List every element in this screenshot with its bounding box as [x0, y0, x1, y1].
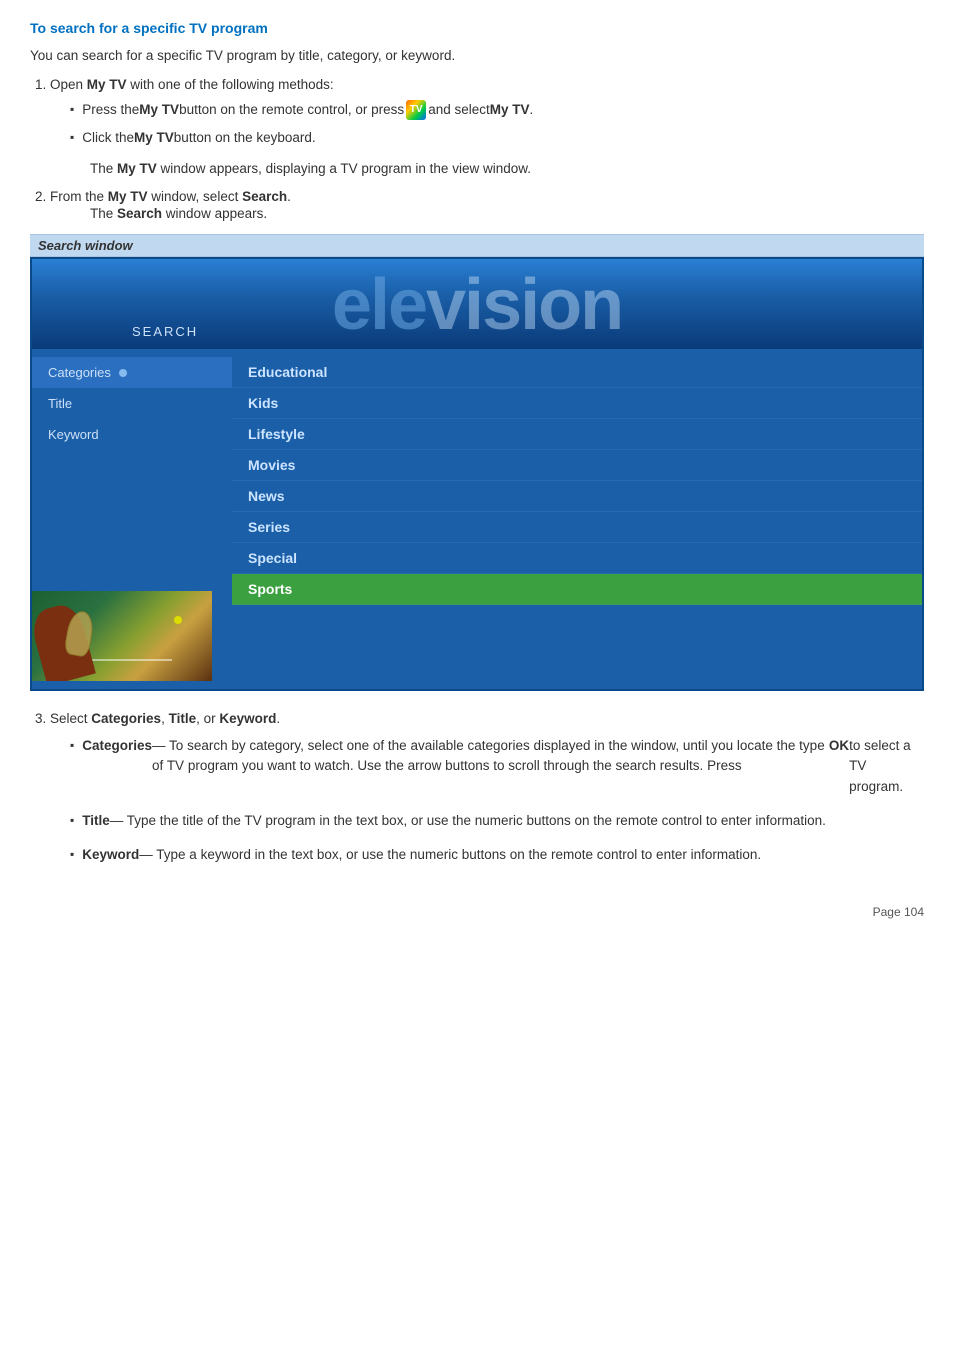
sidebar-title-label: Title — [48, 396, 72, 411]
my-tv-bold-4: My TV — [134, 128, 174, 148]
category-movies[interactable]: Movies — [232, 450, 922, 481]
bullet-remote: Press the My TV button on the remote con… — [70, 100, 924, 120]
category-list: Educational Kids Lifestyle Movies News S… — [232, 349, 922, 689]
page-title: To search for a specific TV program — [30, 20, 924, 36]
search-window: elevision SEARCH Categories Title Keywor… — [30, 257, 924, 691]
sidebar-keyword[interactable]: Keyword — [32, 419, 232, 450]
category-special[interactable]: Special — [232, 543, 922, 574]
category-educational[interactable]: Educational — [232, 357, 922, 388]
category-series[interactable]: Series — [232, 512, 922, 543]
category-news[interactable]: News — [232, 481, 922, 512]
search-window-label: Search window — [30, 234, 924, 257]
step-3: Select Categories, Title, or Keyword. Ca… — [50, 711, 924, 865]
desc-categories: Categories — To search by category, sele… — [70, 736, 924, 797]
sidebar-title[interactable]: Title — [32, 388, 232, 419]
page-number: Page 104 — [873, 905, 924, 919]
step-1: Open My TV with one of the following met… — [50, 77, 924, 179]
note-2: The Search window appears. — [90, 204, 924, 224]
my-tv-bold-3: My TV — [490, 100, 530, 120]
tv-bg-left: ele — [332, 265, 426, 345]
search-body: Categories Title Keyword — [32, 349, 922, 689]
sidebar-categories[interactable]: Categories — [32, 357, 232, 388]
category-sports[interactable]: Sports — [232, 574, 922, 605]
search-sidebar: Categories Title Keyword — [32, 349, 232, 689]
sidebar-dot — [119, 369, 127, 377]
my-tv-icon: TV — [406, 100, 426, 120]
category-kids[interactable]: Kids — [232, 388, 922, 419]
sidebar-keyword-label: Keyword — [48, 427, 99, 442]
step-2: From the My TV window, select Search. Th… — [50, 189, 924, 224]
desc-title: Title — Type the title of the TV program… — [70, 811, 924, 831]
note-1: The My TV window appears, displaying a T… — [90, 159, 924, 179]
bullet-keyboard: Click the My TV button on the keyboard. — [70, 128, 924, 148]
my-tv-bold-1: My TV — [87, 77, 127, 92]
my-tv-bold-2: My TV — [139, 100, 179, 120]
category-lifestyle[interactable]: Lifestyle — [232, 419, 922, 450]
search-header: elevision SEARCH — [32, 259, 922, 349]
intro-text: You can search for a specific TV program… — [30, 48, 924, 63]
tennis-image — [32, 591, 212, 681]
page-footer: Page 104 — [30, 895, 924, 919]
tv-bg-right: vision — [426, 265, 622, 345]
sidebar-categories-label: Categories — [48, 365, 111, 380]
search-label: SEARCH — [132, 324, 198, 339]
desc-keyword: Keyword — Type a keyword in the text box… — [70, 845, 924, 865]
